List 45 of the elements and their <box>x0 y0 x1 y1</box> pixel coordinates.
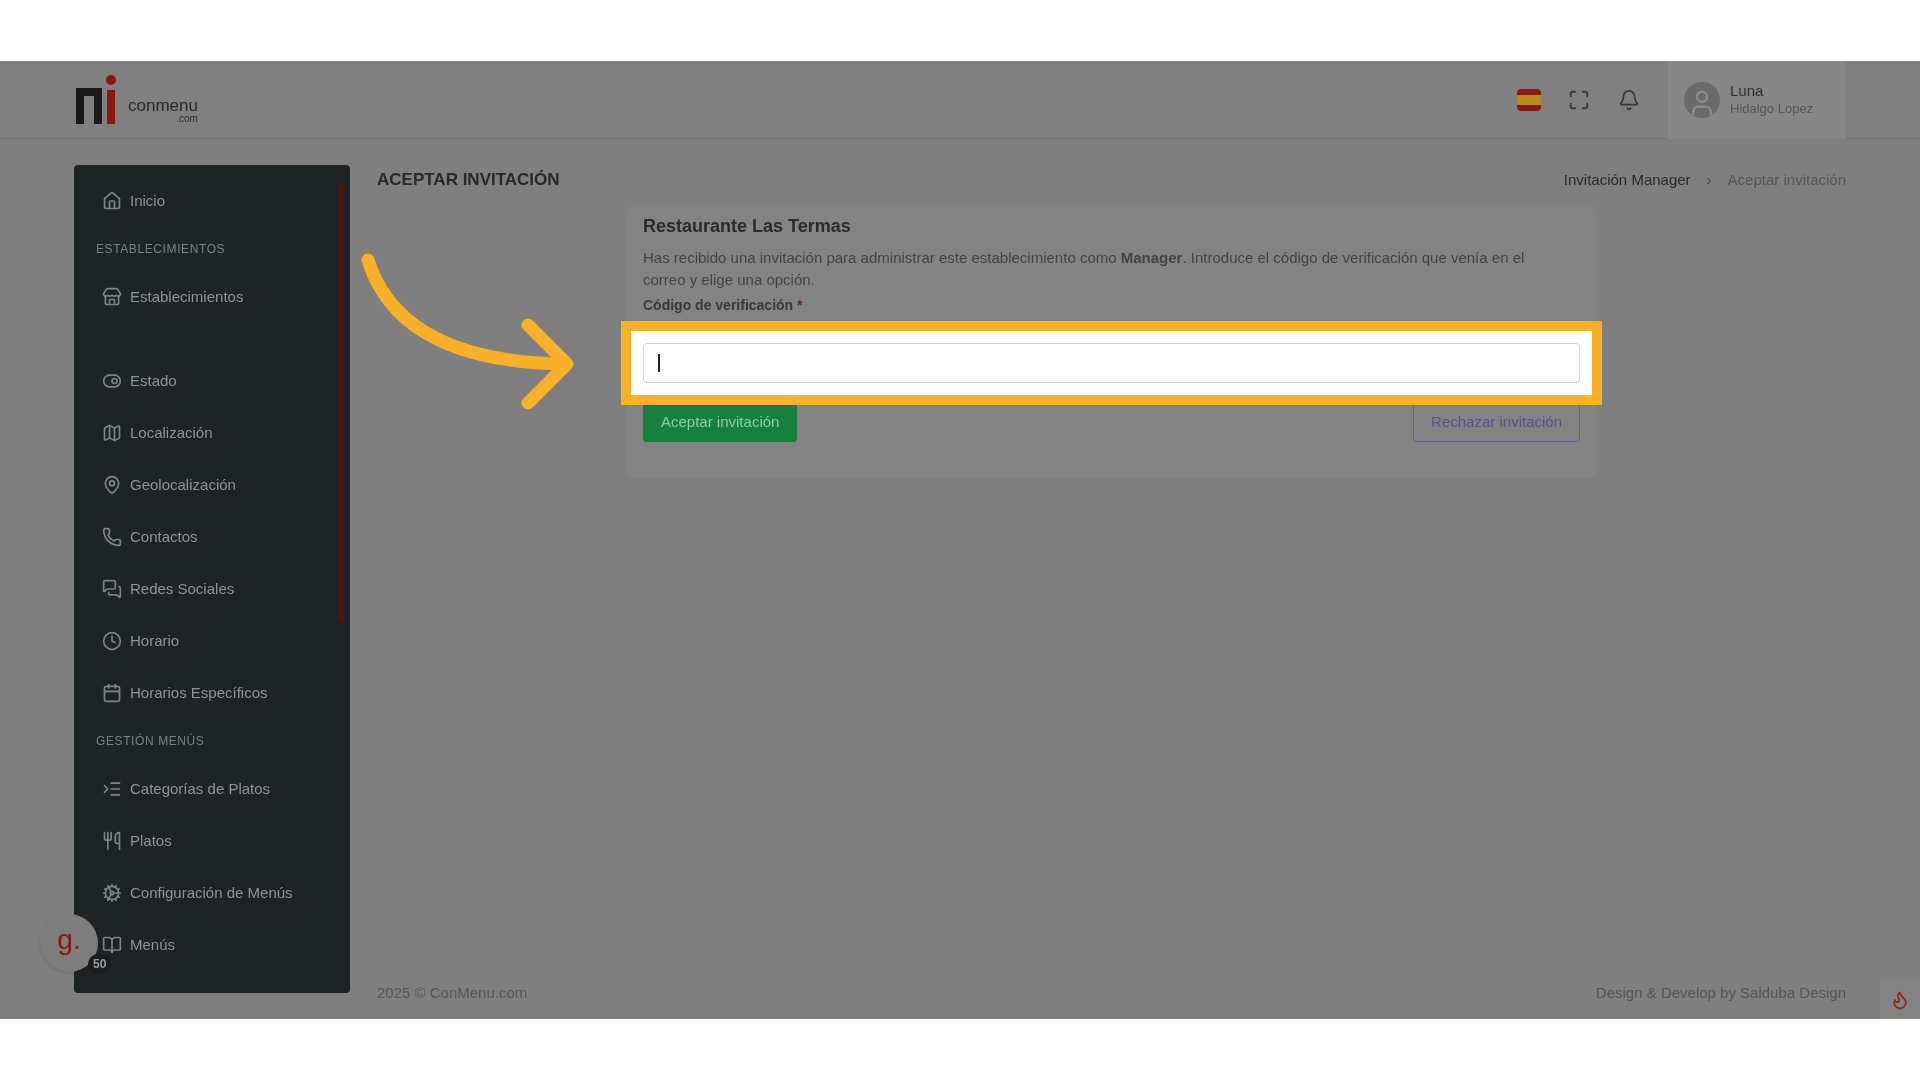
sidebar-item[interactable]: Estado <box>102 355 177 407</box>
phone-icon <box>102 527 122 547</box>
chat-bubbles-icon <box>102 579 122 599</box>
field-label: Código de verificación * <box>643 297 803 313</box>
utensils-icon <box>102 831 122 851</box>
sidebar-item[interactable]: Contactos <box>102 511 198 563</box>
calendar-icon <box>102 683 122 703</box>
sidebar-item[interactable]: Geolocalización <box>102 459 236 511</box>
list-indent-icon <box>102 779 122 799</box>
sidebar-item[interactable]: Inicio <box>102 175 166 227</box>
sidebar-section-heading: GESTIÓN MENÚS <box>95 732 206 750</box>
map-pin-icon <box>102 475 122 495</box>
avatar-icon <box>1684 81 1720 118</box>
sidebar-item[interactable]: Platos <box>102 815 172 867</box>
map-icon <box>102 423 122 443</box>
sidebar-item[interactable]: Establecimientos <box>102 271 244 323</box>
toggle-icon <box>102 371 122 391</box>
notification-bell-icon[interactable] <box>1618 88 1640 111</box>
fullscreen-icon[interactable] <box>1568 88 1590 111</box>
sidebar-item[interactable]: Categorías de Platos <box>102 763 271 815</box>
card-title: Restaurante Las Termas <box>643 215 852 237</box>
sidebar-section-heading: ESTABLECIMIENTOS <box>95 241 227 258</box>
sidebar-item[interactable]: Horarios Específicos <box>102 667 268 719</box>
scrollbar-thumb[interactable] <box>339 183 344 623</box>
sidebar-item[interactable]: Configuración de Menús <box>102 867 293 919</box>
sidebar-item[interactable]: Redes Sociales <box>102 563 235 615</box>
breadcrumb-separator: › <box>1706 169 1712 190</box>
book-icon <box>102 935 122 955</box>
verification-code-input[interactable] <box>643 343 1580 383</box>
logo-domain: .com <box>176 113 198 124</box>
widget-letter: g. <box>57 926 81 954</box>
spanish-flag-icon[interactable] <box>1517 88 1541 111</box>
accept-button[interactable]: Aceptar invitación <box>643 403 798 442</box>
user-name: Luna <box>1730 82 1765 101</box>
logo-text: conmenu <box>128 96 198 114</box>
sidebar-item[interactable]: Localización <box>102 407 213 459</box>
flame-icon <box>1890 989 1910 1010</box>
breadcrumb-item[interactable]: Invitación Manager <box>1563 168 1691 192</box>
clock-icon <box>102 631 122 651</box>
home-icon <box>102 191 122 211</box>
store-icon <box>102 287 122 307</box>
sidebar-item[interactable]: Horario <box>102 615 180 667</box>
card-description: Has recibido una invitación para administrar este establecimiento como Manager. Introduce el código de verificación que venía en el correo y elige una opción. <box>643 248 1526 290</box>
page-title: ACEPTAR INVITACIÓN <box>377 169 560 192</box>
fire-button[interactable] <box>1880 980 1920 1019</box>
